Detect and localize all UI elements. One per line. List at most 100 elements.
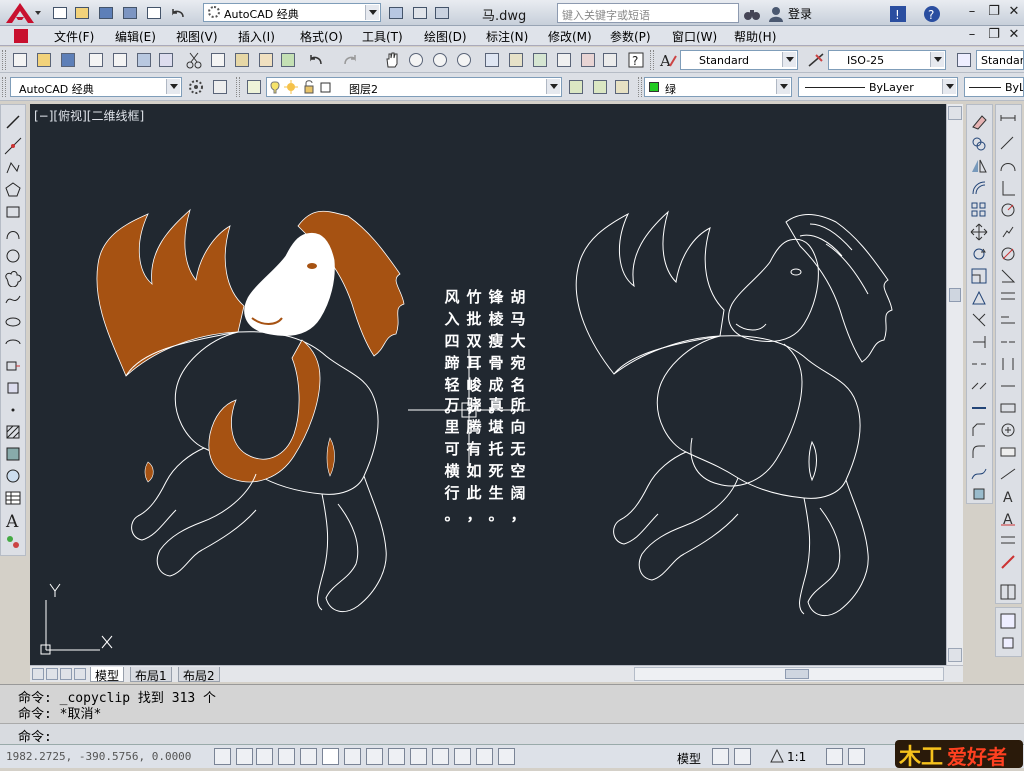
prev-tab-icon[interactable] xyxy=(46,668,58,680)
plot-icon[interactable] xyxy=(144,4,162,22)
continue-icon[interactable] xyxy=(999,333,1017,351)
erase-icon[interactable] xyxy=(970,113,988,131)
vertical-scroll-thumb[interactable] xyxy=(949,288,961,302)
aligned-dim-icon[interactable] xyxy=(999,135,1017,153)
open-file-icon[interactable] xyxy=(34,50,54,70)
line-icon[interactable] xyxy=(4,113,22,131)
menu-insert[interactable]: 插入(I) xyxy=(238,28,275,45)
quick-dim-icon[interactable] xyxy=(999,289,1017,307)
match-prop-icon[interactable] xyxy=(256,50,276,70)
toolbar-grip[interactable] xyxy=(236,77,240,97)
trim-icon[interactable] xyxy=(970,311,988,329)
lineweight-toggle-icon[interactable] xyxy=(432,748,449,765)
app-menu-button[interactable] xyxy=(2,1,42,25)
tab-layout1[interactable]: 布局1 xyxy=(130,667,172,683)
angular-icon[interactable] xyxy=(999,267,1017,285)
cut-icon[interactable] xyxy=(184,50,204,70)
dim-space-icon[interactable] xyxy=(999,355,1017,373)
horizontal-scroll-thumb[interactable] xyxy=(785,669,809,679)
jogged-icon[interactable] xyxy=(999,223,1017,241)
save-as-icon[interactable] xyxy=(120,4,138,22)
polygon-icon[interactable] xyxy=(4,181,22,199)
baseline-icon[interactable] xyxy=(999,311,1017,329)
extend-icon[interactable] xyxy=(970,333,988,351)
search-input[interactable]: 键入关键字或短语 xyxy=(557,3,739,23)
dim-style-icon[interactable] xyxy=(806,50,826,70)
radius-icon[interactable] xyxy=(999,201,1017,219)
polyline-icon[interactable] xyxy=(4,159,22,177)
spline-icon[interactable] xyxy=(4,291,22,309)
tab-layout2[interactable]: 布局2 xyxy=(178,667,220,683)
share-icon[interactable] xyxy=(432,4,450,22)
dim-style-panel-icon[interactable] xyxy=(999,553,1017,571)
layer-tool-icon[interactable] xyxy=(410,4,428,22)
toolbar-grip[interactable] xyxy=(650,50,654,70)
zoom-all-icon[interactable] xyxy=(999,634,1017,652)
layer-state-manager-icon[interactable] xyxy=(612,77,632,97)
dim-break-icon[interactable] xyxy=(999,377,1017,395)
zoom-extent-icon[interactable] xyxy=(999,612,1017,630)
save-icon[interactable] xyxy=(96,4,114,22)
gradient-icon[interactable] xyxy=(4,445,22,463)
redo-tool-icon[interactable] xyxy=(340,50,360,70)
linear-dim-icon[interactable] xyxy=(999,113,1017,131)
array-icon[interactable] xyxy=(970,201,988,219)
construction-line-icon[interactable] xyxy=(4,137,22,155)
help-tool-icon[interactable]: ? xyxy=(626,50,646,70)
snap-mode-icon[interactable] xyxy=(236,748,253,765)
selection-cycling-icon[interactable] xyxy=(498,748,515,765)
zoom-realtime-icon[interactable] xyxy=(406,50,426,70)
print-icon[interactable] xyxy=(86,50,106,70)
insert-block-icon[interactable] xyxy=(4,357,22,375)
circle-icon[interactable] xyxy=(4,247,22,265)
markup-icon[interactable] xyxy=(578,50,598,70)
chamfer-icon[interactable] xyxy=(970,421,988,439)
menu-modify[interactable]: 修改(M) xyxy=(548,28,592,45)
add-selected-icon[interactable] xyxy=(4,533,22,551)
command-window[interactable]: 命令: _copyclip 找到 313 个 命令: *取消* 命令: xyxy=(0,684,1024,745)
close-icon[interactable]: ✕ xyxy=(1004,4,1024,21)
workspace-select[interactable]: AutoCAD 经典 xyxy=(203,3,381,22)
plot-preview-icon[interactable] xyxy=(110,50,130,70)
dim-update-icon[interactable] xyxy=(999,531,1017,549)
make-block-icon[interactable] xyxy=(4,379,22,397)
drawing-canvas[interactable]: [−][俯视][二维线框] 胡马大宛名，锋棱瘦骨 成 。 竹 批 双 耳 峻 ，… xyxy=(30,104,946,665)
dim-style-select[interactable]: ISO-25 xyxy=(828,50,946,70)
coordinate-readout[interactable]: 1982.2725, -390.5756, 0.0000 xyxy=(6,750,191,763)
blend-icon[interactable] xyxy=(970,465,988,483)
make-current-layer-icon[interactable] xyxy=(566,77,586,97)
dim-text-edit-icon[interactable]: A xyxy=(999,509,1017,528)
qnew-icon[interactable] xyxy=(10,50,30,70)
workspace-toolbar-select[interactable]: AutoCAD 经典 xyxy=(10,77,182,97)
polar-tracking-icon[interactable] xyxy=(300,748,317,765)
doc-close-icon[interactable]: ✕ xyxy=(1004,27,1024,44)
model-space-label[interactable]: 模型 xyxy=(677,750,701,767)
text-style-select[interactable]: Standard xyxy=(680,50,798,70)
transparency-icon[interactable] xyxy=(454,748,471,765)
dynamic-input-icon[interactable] xyxy=(410,748,427,765)
paste-icon[interactable] xyxy=(232,50,252,70)
revcloud-icon[interactable] xyxy=(4,269,22,288)
help-icon[interactable]: ? xyxy=(922,4,940,22)
minimize-icon[interactable]: – xyxy=(962,4,982,21)
next-tab-icon[interactable] xyxy=(60,668,72,680)
login-link[interactable]: 登录 xyxy=(788,5,812,22)
jogged-linear-icon[interactable] xyxy=(999,465,1017,483)
explode-icon[interactable] xyxy=(970,485,988,503)
poem-text[interactable]: 胡马大宛名，锋棱瘦骨成。竹批双耳峻，风入四蹄轻。 所向无空阔，真堪托死生。骁腾有如… xyxy=(443,288,525,524)
layer-select[interactable]: 图层2 xyxy=(266,77,562,97)
layer-manager-icon[interactable] xyxy=(244,77,264,97)
tab-model[interactable]: 模型 xyxy=(90,667,125,683)
outline-horse-drawing[interactable] xyxy=(575,210,893,617)
zoom-window-icon[interactable] xyxy=(430,50,450,70)
toolbar-grip[interactable] xyxy=(2,77,6,97)
auto-scale-icon[interactable] xyxy=(848,748,865,765)
annotation-scale-icon[interactable] xyxy=(770,748,784,763)
menu-dimension[interactable]: 标注(N) xyxy=(486,28,528,45)
arc-icon[interactable] xyxy=(4,225,22,243)
annotation-visibility-icon[interactable] xyxy=(826,748,843,765)
arc-length-icon[interactable] xyxy=(999,157,1017,175)
layout-viewports-icon[interactable] xyxy=(999,583,1017,601)
otrack-icon[interactable] xyxy=(366,748,383,765)
mtext-icon[interactable]: A xyxy=(4,511,22,532)
